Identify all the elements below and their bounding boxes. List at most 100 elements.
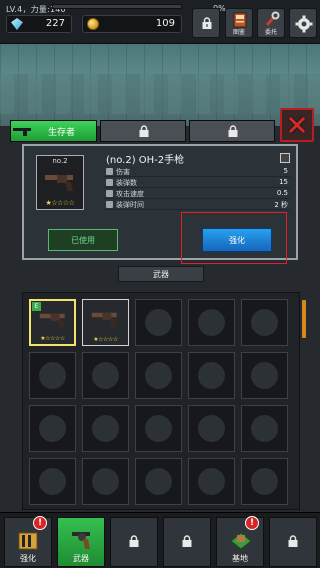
nav-weapon[interactable]: 武器 [57, 517, 105, 567]
empty-slot-placeholder [251, 362, 278, 389]
weapon-card: no.2 ★☆☆☆☆ [36, 155, 84, 210]
stat-value: 15 [279, 178, 288, 186]
tab-survivor-label: 生存者 [48, 128, 76, 138]
empty-slot-placeholder [251, 468, 278, 495]
in-use-button[interactable]: 已使用 [48, 229, 118, 251]
weapon-stats: 伤害 5 装弹数 15 攻击速度 0.5 装弹时间 2 秒 [104, 166, 290, 210]
empty-slot[interactable] [82, 458, 129, 505]
revolver-icon [91, 312, 117, 327]
nav-locked-6[interactable] [269, 517, 317, 567]
gem-counter: 227 [6, 15, 72, 33]
stat-value: 2 秒 [274, 201, 288, 209]
empty-slot-placeholder [92, 468, 119, 495]
inventory-scrollbar[interactable] [302, 300, 306, 338]
empty-slot[interactable] [82, 352, 129, 399]
wrench-icon [265, 11, 280, 26]
empty-slot[interactable] [241, 352, 288, 399]
stat-damage: 伤害 5 [104, 166, 290, 177]
stat-value: 5 [283, 167, 288, 175]
revolver-icon [72, 532, 90, 549]
weapon-title: (no.2) OH-2手枪 [106, 155, 185, 166]
empty-slot-placeholder [198, 362, 225, 389]
stat-name: 伤害 [116, 168, 130, 176]
background-scene [0, 44, 320, 126]
lock-icon [129, 535, 139, 547]
equipped-badge: E [32, 302, 41, 311]
empty-slot[interactable] [241, 405, 288, 452]
empty-slot-placeholder [251, 309, 278, 336]
empty-slot[interactable] [29, 352, 76, 399]
empty-slot-placeholder [198, 415, 225, 442]
category-label: 武器 [118, 266, 204, 282]
in-use-label: 已使用 [71, 236, 95, 245]
reload-icon [106, 201, 113, 208]
empty-slot[interactable] [29, 458, 76, 505]
pistol-icon [13, 128, 31, 136]
collection-button[interactable]: 图鉴 [225, 8, 253, 38]
close-button[interactable] [280, 108, 314, 142]
nav-locked-3[interactable] [110, 517, 158, 567]
empty-slot-placeholder [39, 468, 66, 495]
empty-slot[interactable] [135, 299, 182, 346]
tab-locked-2[interactable] [100, 120, 186, 142]
weapon-rating: ★☆☆☆☆ [45, 199, 75, 207]
slot-rating: ★☆☆☆☆ [93, 336, 118, 343]
weapon-slot[interactable]: ★☆☆☆☆ [82, 299, 129, 346]
stat-attack-speed: 攻击速度 0.5 [104, 188, 290, 199]
revolver-icon [45, 175, 73, 191]
stat-reload-time: 装弹时间 2 秒 [104, 199, 290, 210]
category-text: 武器 [153, 270, 169, 279]
speed-icon [106, 190, 113, 197]
empty-slot[interactable] [188, 405, 235, 452]
gear-icon [295, 15, 313, 33]
slot-rating: ★☆☆☆☆ [40, 335, 65, 342]
weapon-inventory-grid: ★☆☆☆☆ E ★☆☆☆☆ [22, 292, 300, 510]
empty-slot[interactable] [29, 405, 76, 452]
empty-slot-placeholder [251, 415, 278, 442]
empty-slot[interactable] [188, 458, 235, 505]
weapon-slot[interactable]: ★☆☆☆☆ E [29, 299, 76, 346]
revolver-icon [39, 313, 65, 328]
stat-magazine: 装弹数 15 [104, 177, 290, 188]
empty-slot-placeholder [198, 468, 225, 495]
nav-base[interactable]: ! 基地 [216, 516, 264, 567]
stat-name: 装弹数 [116, 179, 137, 187]
experience-bar: 0% [52, 4, 226, 13]
lock-icon [139, 125, 149, 137]
empty-slot-placeholder [145, 415, 172, 442]
empty-slot[interactable] [241, 299, 288, 346]
nav-base-label: 基地 [232, 554, 248, 563]
empty-slot-placeholder [92, 362, 119, 389]
gem-icon [11, 18, 23, 30]
close-icon [288, 116, 306, 134]
weapon-detail-panel: no.2 ★☆☆☆☆ (no.2) OH-2手枪 伤害 5 装弹数 15 攻击速… [22, 144, 298, 264]
empty-slot[interactable] [135, 405, 182, 452]
coin-counter: 109 [82, 15, 182, 33]
empty-slot-placeholder [92, 415, 119, 442]
book-icon [233, 12, 247, 28]
weapon-number: no.2 [52, 157, 68, 165]
enhance-button[interactable]: 强化 [202, 228, 272, 252]
empty-slot-placeholder [39, 362, 66, 389]
nav-enhance[interactable]: ! 强化 [4, 516, 52, 567]
gem-count: 227 [45, 18, 65, 29]
alert-badge: ! [33, 516, 47, 530]
settings-button[interactable] [289, 8, 317, 38]
empty-slot[interactable] [188, 352, 235, 399]
empty-slot[interactable] [241, 458, 288, 505]
tab-survivor[interactable]: 生存者 [10, 120, 97, 142]
info-icon[interactable] [280, 153, 290, 163]
empty-slot[interactable] [135, 352, 182, 399]
nav-enhance-label: 强化 [20, 554, 36, 563]
lock-icon [288, 535, 298, 547]
stat-value: 0.5 [276, 189, 288, 197]
empty-slot[interactable] [82, 405, 129, 452]
empty-slot[interactable] [188, 299, 235, 346]
empty-slot-placeholder [198, 309, 225, 336]
locked-feature-button[interactable] [192, 8, 220, 38]
empty-slot[interactable] [135, 458, 182, 505]
tab-locked-3[interactable] [189, 120, 275, 142]
lock-icon [202, 17, 212, 29]
nav-locked-4[interactable] [163, 517, 211, 567]
entrust-button[interactable]: 委托 [257, 8, 285, 38]
